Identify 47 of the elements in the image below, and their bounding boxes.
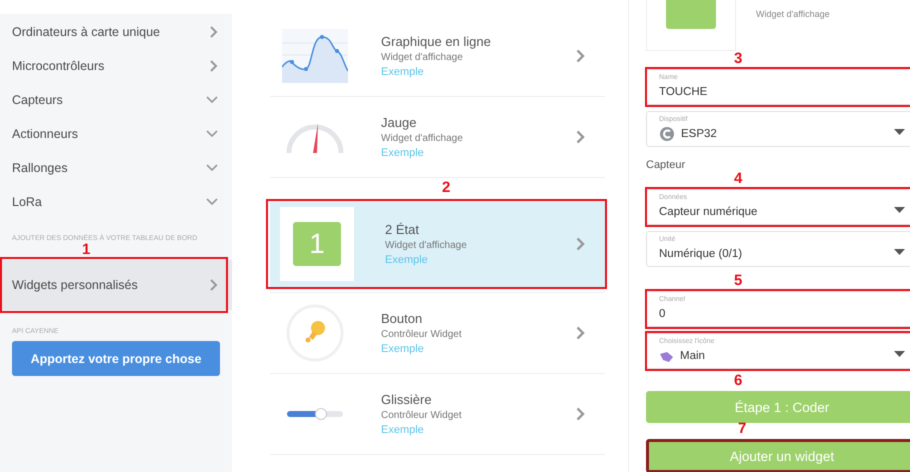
value-tile [666, 0, 716, 29]
widget-row[interactable]: Graphique en ligne Widget d'affichage Exemple [270, 16, 605, 96]
widget-title: Bouton [381, 311, 424, 326]
widget-row[interactable]: 1 2 État Widget d'affichage Exemple [270, 199, 605, 289]
caret-icon [894, 207, 905, 213]
annotation-number: 2 [442, 180, 450, 195]
widget-row[interactable]: Bouton Contrôleur Widget Exemple [270, 293, 605, 373]
caret-icon [894, 351, 905, 357]
sidebar-item[interactable]: Widgets personnalisés [0, 260, 232, 310]
widget-row[interactable]: Jauge Widget d'affichage Exemple [270, 97, 605, 177]
annotation-number: 5 [734, 273, 742, 288]
widget-type: Contrôleur Widget [381, 410, 463, 421]
widget-type: Contrôleur Widget [381, 329, 463, 340]
annotation-number: 4 [734, 171, 742, 186]
caret-icon [894, 129, 905, 135]
chevron-down-icon [206, 164, 218, 172]
value-tile: 1 [293, 222, 341, 266]
widget-type: Widget d'affichage [756, 8, 830, 21]
chevron-right-icon [576, 130, 585, 144]
chevron-down-icon [206, 96, 218, 104]
widget-type: Widget d'affichage [385, 240, 468, 251]
chevron-right-icon [210, 26, 218, 38]
caret-icon [894, 249, 905, 255]
annotation-number: 1 [82, 242, 90, 257]
line-chart-icon [282, 29, 348, 83]
chevron-right-icon [210, 279, 218, 291]
section-heading: Capteur [646, 159, 686, 171]
widget-title: 2 État [385, 222, 420, 237]
chevron-right-icon [210, 60, 218, 72]
chevron-right-icon [576, 49, 585, 63]
chevron-right-icon [576, 407, 585, 421]
widget-type: Widget d'affichage [381, 52, 464, 63]
chevron-right-icon [576, 237, 585, 251]
annotation-number: 6 [734, 373, 742, 388]
slider-thumb [314, 408, 327, 420]
chevron-right-icon [576, 326, 585, 340]
annotation-number: 7 [738, 421, 746, 436]
annotation-number: 3 [734, 51, 742, 66]
widget-type: Widget d'affichage [381, 133, 464, 144]
widget-row[interactable]: Glissière Contrôleur Widget Exemple [270, 374, 605, 454]
widget-title: Jauge [381, 115, 418, 130]
chevron-down-icon [206, 130, 218, 138]
widget-title: Glissière [381, 392, 433, 407]
bulb-icon [286, 304, 344, 362]
widget-title: Graphique en ligne [381, 34, 492, 49]
chevron-down-icon [206, 198, 218, 206]
device-logo-icon [659, 126, 675, 142]
